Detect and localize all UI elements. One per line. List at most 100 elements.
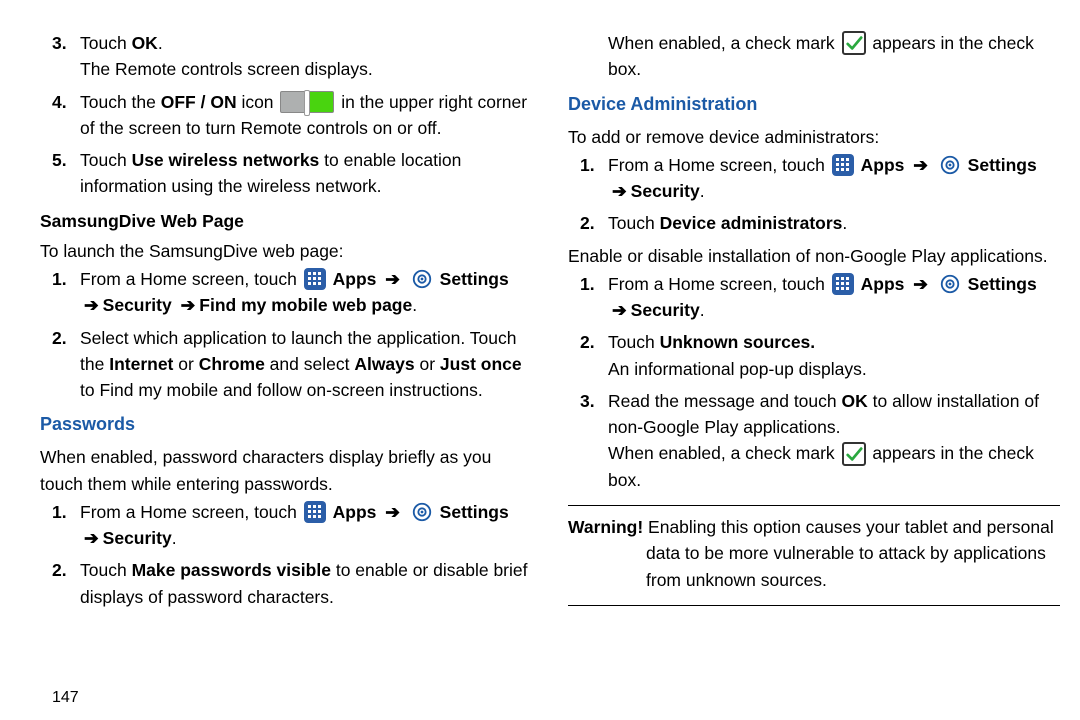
warning-label: Warning! — [568, 517, 648, 537]
text: . — [700, 181, 705, 201]
text: or — [415, 354, 440, 374]
samsungdive-steps: From a Home screen, touch Apps ➔ Setting… — [40, 266, 532, 403]
step-2: Select which application to launch the a… — [40, 325, 532, 404]
text-bold: Use wireless networks — [132, 150, 320, 170]
text: Touch — [80, 33, 132, 53]
devadmin-steps: From a Home screen, touch Apps ➔ Setting… — [568, 152, 1060, 237]
text: . — [172, 528, 177, 548]
arrow-icon: ➔ — [608, 181, 631, 201]
settings-icon — [939, 154, 961, 176]
page: Touch OK. The Remote controls screen dis… — [0, 0, 1080, 720]
apps-label: Apps — [333, 269, 377, 289]
text: Touch the — [80, 92, 161, 112]
text: From a Home screen, touch — [80, 502, 302, 522]
apps-label: Apps — [861, 155, 905, 175]
remote-controls-steps: Touch OK. The Remote controls screen dis… — [40, 30, 532, 200]
toggle-icon — [280, 91, 334, 113]
text: . — [158, 33, 163, 53]
step-1: From a Home screen, touch Apps ➔ Setting… — [40, 499, 532, 552]
text: Touch — [608, 332, 660, 352]
text: and select — [265, 354, 355, 374]
arrow-icon: ➔ — [381, 502, 404, 522]
warning-text: Warning! Enabling this option causes you… — [568, 514, 1060, 593]
arrow-icon: ➔ — [909, 155, 932, 175]
text: Touch — [608, 213, 660, 233]
path-security: Security — [631, 300, 700, 320]
step-5: Touch Use wireless networks to enable lo… — [40, 147, 532, 200]
text: . — [842, 213, 847, 233]
right-column: When enabled, a check mark appears in th… — [568, 30, 1060, 710]
step-1: From a Home screen, touch Apps ➔ Setting… — [568, 152, 1060, 205]
text: to Find my mobile and follow on-screen i… — [80, 380, 483, 400]
arrow-icon: ➔ — [80, 528, 103, 548]
checkmark-icon — [842, 31, 866, 55]
divider — [568, 605, 1060, 606]
checkmark-icon — [842, 442, 866, 466]
apps-icon — [832, 154, 854, 176]
settings-icon — [939, 273, 961, 295]
enable-intro: Enable or disable installation of non-Go… — [568, 243, 1060, 269]
heading-passwords: Passwords — [40, 411, 532, 438]
path-findmobile: Find my mobile web page — [199, 295, 412, 315]
text: From a Home screen, touch — [608, 155, 830, 175]
settings-label: Settings — [968, 274, 1037, 294]
apps-label: Apps — [861, 274, 905, 294]
divider — [568, 505, 1060, 506]
text: Enabling this option causes your tablet … — [646, 517, 1054, 590]
text: From a Home screen, touch — [608, 274, 830, 294]
text-bold: OK — [842, 391, 868, 411]
page-number: 147 — [52, 686, 79, 710]
text: Touch — [80, 150, 132, 170]
heading-samsungdive: SamsungDive Web Page — [40, 208, 532, 234]
text: Read the message and touch — [608, 391, 842, 411]
text-bold: Unknown sources. — [660, 332, 816, 352]
settings-label: Settings — [440, 269, 509, 289]
step-3: Read the message and touch OK to allow i… — [568, 388, 1060, 493]
step-1: From a Home screen, touch Apps ➔ Setting… — [568, 271, 1060, 324]
text-bold: OFF / ON — [161, 92, 237, 112]
arrow-icon: ➔ — [909, 274, 932, 294]
text-bold: Make passwords visible — [132, 560, 331, 580]
path-security: Security — [103, 295, 172, 315]
step-2: Touch Make passwords visible to enable o… — [40, 557, 532, 610]
text: An informational pop-up displays. — [608, 359, 867, 379]
text: From a Home screen, touch — [80, 269, 302, 289]
text: When enabled, a check mark — [608, 443, 840, 463]
text: icon — [237, 92, 279, 112]
settings-icon — [411, 501, 433, 523]
arrow-icon: ➔ — [608, 300, 631, 320]
step-4: Touch the OFF / ON icon in the upper rig… — [40, 89, 532, 142]
text: or — [173, 354, 198, 374]
arrow-icon: ➔ — [381, 269, 404, 289]
settings-icon — [411, 268, 433, 290]
text: Touch — [80, 560, 132, 580]
text: To add or remove device administrators: — [568, 124, 1060, 150]
always: Always — [354, 354, 414, 374]
text-bold: OK — [132, 33, 158, 53]
heading-device-admin: Device Administration — [568, 91, 1060, 118]
internet: Internet — [109, 354, 173, 374]
text: To launch the SamsungDive web page: — [40, 238, 532, 264]
arrow-icon: ➔ — [177, 295, 200, 315]
settings-label: Settings — [968, 155, 1037, 175]
step-2: Touch Unknown sources. An informational … — [568, 329, 1060, 382]
apps-icon — [832, 273, 854, 295]
unknown-sources-steps: From a Home screen, touch Apps ➔ Setting… — [568, 271, 1060, 493]
path-security: Security — [103, 528, 172, 548]
text-bold: Device administrators — [660, 213, 843, 233]
text: . — [412, 295, 417, 315]
step-3: Touch OK. The Remote controls screen dis… — [40, 30, 532, 83]
just-once: Just once — [440, 354, 522, 374]
step-2: Touch Device administrators. — [568, 210, 1060, 236]
text: . — [700, 300, 705, 320]
step-1: From a Home screen, touch Apps ➔ Setting… — [40, 266, 532, 319]
apps-label: Apps — [333, 502, 377, 522]
settings-label: Settings — [440, 502, 509, 522]
text: When enabled, a check mark — [608, 33, 840, 53]
continuation-text: When enabled, a check mark appears in th… — [568, 30, 1060, 83]
path-security: Security — [631, 181, 700, 201]
left-column: Touch OK. The Remote controls screen dis… — [40, 30, 532, 710]
apps-icon — [304, 501, 326, 523]
passwords-steps: From a Home screen, touch Apps ➔ Setting… — [40, 499, 532, 610]
arrow-icon: ➔ — [80, 295, 103, 315]
